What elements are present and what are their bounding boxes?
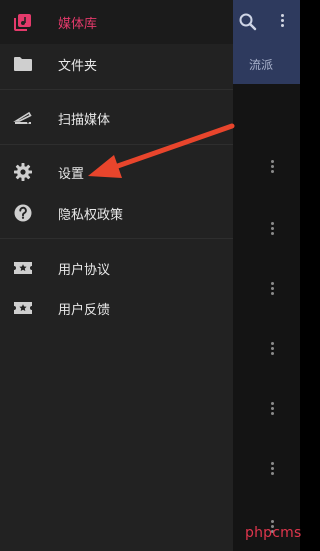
folder-icon <box>12 53 34 75</box>
scan-icon <box>12 107 34 129</box>
library-icon <box>12 11 34 33</box>
navigation-drawer: 媒体库 文件夹 扫描媒体 设置 隐私权政策 用户协议 用户反馈 <box>0 0 233 551</box>
media-list <box>233 84 300 551</box>
row-more-icon[interactable] <box>268 462 276 478</box>
row-more-icon[interactable] <box>268 222 276 238</box>
drawer-item-label: 扫描媒体 <box>58 112 111 128</box>
ticket-icon <box>12 297 34 319</box>
divider <box>0 238 233 239</box>
drawer-item-settings[interactable]: 设置 <box>0 152 233 192</box>
drawer-item-scan-media[interactable]: 扫描媒体 <box>0 98 233 138</box>
drawer-item-label: 用户反馈 <box>58 302 111 318</box>
row-more-icon[interactable] <box>268 342 276 358</box>
row-more-icon[interactable] <box>268 282 276 298</box>
drawer-item-user-agreement[interactable]: 用户协议 <box>0 248 233 288</box>
drawer-item-label: 隐私权政策 <box>58 207 124 223</box>
watermark: phpcms <box>245 525 302 541</box>
ticket-icon <box>12 257 34 279</box>
drawer-item-user-feedback[interactable]: 用户反馈 <box>0 288 233 328</box>
divider <box>0 89 233 90</box>
row-more-icon[interactable] <box>268 402 276 418</box>
row-more-icon[interactable] <box>268 160 276 176</box>
drawer-item-privacy-policy[interactable]: 隐私权政策 <box>0 193 233 233</box>
divider <box>0 144 233 145</box>
drawer-item-label: 文件夹 <box>58 58 98 74</box>
drawer-item-label: 用户协议 <box>58 262 111 278</box>
help-icon <box>12 202 34 224</box>
gear-icon <box>12 161 34 183</box>
search-icon[interactable] <box>238 12 258 32</box>
drawer-item-label: 媒体库 <box>58 16 98 32</box>
drawer-item-library[interactable]: 媒体库 <box>0 2 233 42</box>
drawer-item-label: 设置 <box>58 166 85 182</box>
more-vert-icon[interactable] <box>279 14 285 30</box>
drawer-item-folder[interactable]: 文件夹 <box>0 44 233 84</box>
tab-genre[interactable]: 流派 <box>249 56 273 73</box>
